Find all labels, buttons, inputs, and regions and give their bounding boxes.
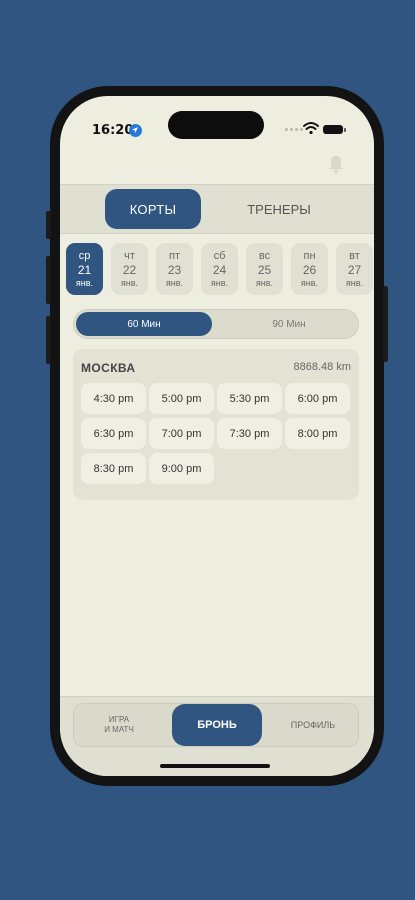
- date-weekday: вт: [349, 250, 360, 262]
- date-item[interactable]: вт 27 янв.: [336, 243, 373, 295]
- date-item[interactable]: пн 26 янв.: [291, 243, 328, 295]
- venue-name: МОСКВА: [81, 361, 136, 375]
- bottom-nav-bar: ИГРА И МАТЧ БРОНЬ ПРОФИЛЬ: [73, 703, 359, 747]
- status-time: 16:20: [92, 123, 134, 138]
- duration-60-option[interactable]: 60 Мин: [76, 312, 212, 336]
- time-slot[interactable]: 7:30 pm: [217, 418, 282, 449]
- battery-icon: [323, 125, 346, 134]
- date-number: 23: [167, 263, 182, 277]
- date-month: янв.: [345, 278, 364, 288]
- app-screen: 16:20 КОРТЫ ТРЕНЕРЫ ср 21 янв. чт 22 янв…: [60, 96, 374, 776]
- duration-toggle: 60 Мин 90 Мин: [73, 309, 359, 339]
- time-slot[interactable]: 6:00 pm: [285, 383, 350, 414]
- venue-card: МОСКВА 8868.48 km 4:30 pm 5:00 pm 5:30 p…: [73, 349, 359, 500]
- time-slot[interactable]: 6:30 pm: [81, 418, 146, 449]
- nav-item-booking[interactable]: БРОНЬ: [172, 704, 262, 746]
- time-slot[interactable]: 8:00 pm: [285, 418, 350, 449]
- date-weekday: вс: [258, 250, 271, 262]
- date-number: 22: [122, 263, 137, 277]
- volume-up-button: [46, 256, 51, 304]
- tab-courts[interactable]: КОРТЫ: [105, 189, 201, 229]
- date-number: 26: [302, 263, 317, 277]
- bell-icon[interactable]: [328, 154, 344, 174]
- nav-item-game[interactable]: ИГРА И МАТЧ: [84, 708, 154, 742]
- nav-game-label-line1: ИГРА: [108, 715, 130, 724]
- date-month: янв.: [120, 278, 139, 288]
- time-slot[interactable]: 5:30 pm: [217, 383, 282, 414]
- power-button: [383, 286, 388, 362]
- dynamic-island: [168, 111, 264, 139]
- date-month: янв.: [75, 278, 94, 288]
- date-month: янв.: [300, 278, 319, 288]
- date-month: янв.: [165, 278, 184, 288]
- phone-frame: 16:20 КОРТЫ ТРЕНЕРЫ ср 21 янв. чт 22 янв…: [46, 86, 388, 786]
- venue-distance: 8868.48 km: [293, 361, 351, 373]
- wifi-icon: [303, 122, 319, 135]
- tab-trainers[interactable]: ТРЕНЕРЫ: [234, 189, 324, 229]
- home-indicator: [160, 764, 270, 768]
- time-slot[interactable]: 5:00 pm: [149, 383, 214, 414]
- date-month: янв.: [255, 278, 274, 288]
- volume-down-button: [46, 316, 51, 364]
- time-slot[interactable]: 9:00 pm: [149, 453, 214, 484]
- date-number: 21: [77, 263, 92, 277]
- date-weekday: пт: [169, 250, 180, 262]
- time-slot[interactable]: 4:30 pm: [81, 383, 146, 414]
- duration-90-option[interactable]: 90 Мин: [224, 312, 354, 336]
- time-slot-grid: 4:30 pm 5:00 pm 5:30 pm 6:00 pm 6:30 pm …: [81, 383, 353, 484]
- top-tabs: КОРТЫ ТРЕНЕРЫ: [60, 184, 374, 234]
- date-strip: ср 21 янв. чт 22 янв. пт 23 янв. сб 24 я…: [66, 243, 374, 295]
- date-item[interactable]: сб 24 янв.: [201, 243, 238, 295]
- date-weekday: чт: [124, 250, 135, 262]
- date-item[interactable]: пт 23 янв.: [156, 243, 193, 295]
- date-item[interactable]: чт 22 янв.: [111, 243, 148, 295]
- date-weekday: сб: [213, 250, 226, 262]
- nav-item-profile[interactable]: ПРОФИЛЬ: [278, 708, 348, 742]
- date-number: 27: [347, 263, 362, 277]
- date-number: 25: [257, 263, 272, 277]
- date-weekday: ср: [78, 250, 91, 262]
- date-month: янв.: [210, 278, 229, 288]
- time-slot[interactable]: 7:00 pm: [149, 418, 214, 449]
- date-weekday: пн: [303, 250, 316, 262]
- date-item[interactable]: вс 25 янв.: [246, 243, 283, 295]
- mute-switch: [46, 211, 51, 239]
- location-arrow-icon: [129, 124, 142, 137]
- time-slot[interactable]: 8:30 pm: [81, 453, 146, 484]
- date-item[interactable]: ср 21 янв.: [66, 243, 103, 295]
- signal-icon: [285, 128, 303, 131]
- nav-game-label-line2: И МАТЧ: [104, 725, 134, 734]
- date-number: 24: [212, 263, 227, 277]
